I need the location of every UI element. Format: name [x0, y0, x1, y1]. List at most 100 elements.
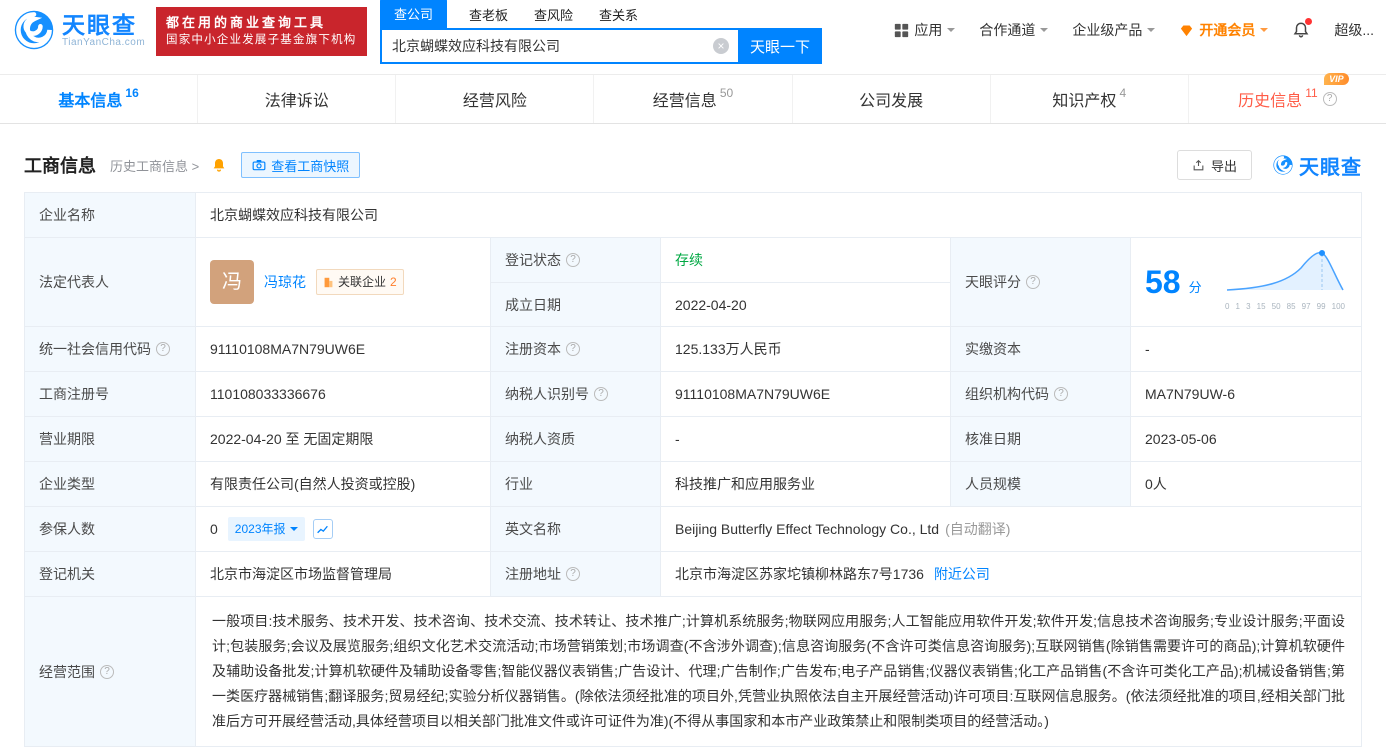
- tab-company-development[interactable]: 公司发展: [792, 75, 990, 123]
- insured-count-label: 参保人数: [25, 507, 195, 551]
- tab-legal-proceedings[interactable]: 法律诉讼: [197, 75, 395, 123]
- slogan-line2: 国家中小企业发展子基金旗下机构: [166, 32, 357, 49]
- section-header: 工商信息 历史工商信息 > 查看工商快照 导出 天眼查: [24, 150, 1362, 180]
- legal-rep-name-link[interactable]: 冯琼花: [264, 272, 306, 292]
- paid-capital-value: -: [1130, 327, 1361, 371]
- help-icon[interactable]: [566, 253, 580, 267]
- nav-partner[interactable]: 合作通道: [979, 20, 1048, 40]
- top-header: 天眼查 TianYanCha.com 都在用的商业查询工具 国家中小企业发展子基…: [0, 0, 1386, 62]
- nav-apps[interactable]: 应用: [894, 20, 955, 40]
- reg-no-label: 工商注册号: [25, 372, 195, 416]
- help-icon[interactable]: [1054, 387, 1068, 401]
- taxpayer-qual-value: -: [660, 417, 950, 461]
- tab-label: 知识产权: [1052, 87, 1116, 111]
- avatar[interactable]: 冯: [210, 260, 254, 304]
- help-icon[interactable]: [1026, 275, 1040, 289]
- help-icon[interactable]: [1323, 92, 1337, 106]
- search-tab-relation[interactable]: 查关系: [599, 5, 638, 28]
- chevron-down-icon: [947, 28, 955, 36]
- search-input[interactable]: [380, 28, 738, 64]
- chevron-down-icon: [290, 527, 298, 535]
- reg-capital-value: 125.133万人民币: [660, 327, 950, 371]
- status-label-cell: 登记状态: [490, 238, 660, 282]
- line-chart-icon: [316, 523, 329, 536]
- approval-date-value: 2023-05-06: [1130, 417, 1361, 461]
- nav-super-vip-label: 超级...: [1334, 20, 1374, 40]
- search-button[interactable]: 天眼一下: [738, 28, 822, 64]
- annual-report-badge[interactable]: 2023年报: [228, 517, 305, 541]
- help-icon[interactable]: [100, 665, 114, 679]
- section-title: 工商信息: [24, 152, 96, 178]
- nearby-companies-link[interactable]: 附近公司: [934, 564, 990, 584]
- scope-label-cell: 经营范围: [25, 597, 195, 746]
- legal-rep-label: 法定代表人: [25, 238, 195, 326]
- nav-apps-label: 应用: [914, 20, 942, 40]
- notification-dot: [1305, 18, 1312, 25]
- watermark-brand-label: 天眼查: [1299, 151, 1362, 180]
- nav-open-vip[interactable]: 开通会员: [1179, 20, 1268, 40]
- related-companies-count: 2: [390, 272, 397, 292]
- nav-enterprise[interactable]: 企业级产品: [1072, 20, 1155, 40]
- score-value: 58: [1145, 272, 1181, 292]
- scope-label: 经营范围: [39, 662, 95, 682]
- tab-operating-risk[interactable]: 经营风险: [395, 75, 593, 123]
- export-button[interactable]: 导出: [1177, 150, 1252, 180]
- tab-label: 经营信息: [653, 87, 717, 111]
- legal-rep-cell: 冯 冯琼花 关联企业 2: [195, 238, 490, 326]
- score-distribution-chart: 0131550859799100: [1225, 248, 1347, 317]
- vip-diamond-icon: [1179, 23, 1194, 38]
- related-companies-label: 关联企业: [338, 272, 386, 292]
- reg-capital-label: 注册资本: [505, 339, 561, 359]
- search-tab-boss[interactable]: 查老板: [469, 5, 508, 28]
- table-row: 企业类型 有限责任公司(自然人投资或控股) 行业 科技推广和应用服务业 人员规模…: [25, 461, 1361, 506]
- tab-history-info[interactable]: VIP 历史信息 11: [1188, 75, 1386, 123]
- chevron-down-icon: [1260, 28, 1268, 36]
- related-companies-badge[interactable]: 关联企业 2: [316, 269, 404, 295]
- industry-value: 科技推广和应用服务业: [660, 462, 950, 506]
- view-snapshot-button[interactable]: 查看工商快照: [241, 152, 360, 178]
- insured-count-cell: 0 2023年报: [195, 507, 490, 551]
- taxpayer-id-label: 纳税人识别号: [505, 384, 589, 404]
- scope-value: 一般项目:技术服务、技术开发、技术咨询、技术交流、技术转让、技术推广;计算机系统…: [195, 597, 1361, 746]
- bell-curve-icon: [1225, 248, 1345, 292]
- address-label-cell: 注册地址: [490, 552, 660, 596]
- logo-swirl-icon: [1272, 154, 1294, 176]
- company-name-value: 北京蝴蝶效应科技有限公司: [195, 193, 1361, 237]
- company-tab-bar: 基本信息 16 法律诉讼 经营风险 经营信息 50 公司发展 知识产权 4 VI…: [0, 74, 1386, 124]
- logo-domain: TianYanCha.com: [62, 37, 145, 48]
- org-code-label-cell: 组织机构代码: [950, 372, 1130, 416]
- tab-count: 4: [1119, 86, 1126, 100]
- table-row: 营业期限 2022-04-20 至 无固定期限 纳税人资质 - 核准日期 202…: [25, 416, 1361, 461]
- english-name-cell: Beijing Butterfly Effect Technology Co.,…: [660, 507, 1361, 551]
- insured-count-value: 0: [210, 519, 218, 539]
- help-icon[interactable]: [566, 342, 580, 356]
- clear-search-icon[interactable]: ×: [713, 38, 729, 54]
- status-value: 存续: [660, 238, 950, 282]
- slogan-line1: 都在用的商业查询工具: [166, 14, 357, 32]
- tab-basic-info[interactable]: 基本信息 16: [0, 75, 197, 123]
- company-type-label: 企业类型: [25, 462, 195, 506]
- score-cell[interactable]: 58分 0131550859799100: [1130, 238, 1361, 326]
- staff-size-value: 0人: [1130, 462, 1361, 506]
- authority-value: 北京市海淀区市场监督管理局: [195, 552, 490, 596]
- nav-super-vip[interactable]: 超级...: [1334, 20, 1374, 40]
- search-tab-company[interactable]: 查公司: [380, 0, 447, 28]
- view-snapshot-label: 查看工商快照: [271, 156, 349, 175]
- search-tab-risk[interactable]: 查风险: [534, 5, 573, 28]
- help-icon[interactable]: [566, 567, 580, 581]
- chevron-down-icon: [1147, 28, 1155, 36]
- tab-intellectual-property[interactable]: 知识产权 4: [990, 75, 1188, 123]
- help-icon[interactable]: [594, 387, 608, 401]
- table-row: 统一社会信用代码 91110108MA7N79UW6E 注册资本 125.133…: [25, 326, 1361, 371]
- trend-chart-button[interactable]: [313, 519, 333, 539]
- history-business-info-link[interactable]: 历史工商信息 >: [110, 156, 199, 175]
- annual-report-label: 2023年报: [235, 519, 286, 539]
- tianyancha-logo[interactable]: 天眼查 TianYanCha.com: [12, 8, 145, 52]
- subscribe-bell[interactable]: [211, 157, 227, 173]
- logo-text: 天眼查 TianYanCha.com: [62, 13, 145, 48]
- help-icon[interactable]: [156, 342, 170, 356]
- notification-bell[interactable]: [1292, 21, 1310, 39]
- reg-capital-label-cell: 注册资本: [490, 327, 660, 371]
- industry-label: 行业: [490, 462, 660, 506]
- tab-business-info[interactable]: 经营信息 50: [593, 75, 791, 123]
